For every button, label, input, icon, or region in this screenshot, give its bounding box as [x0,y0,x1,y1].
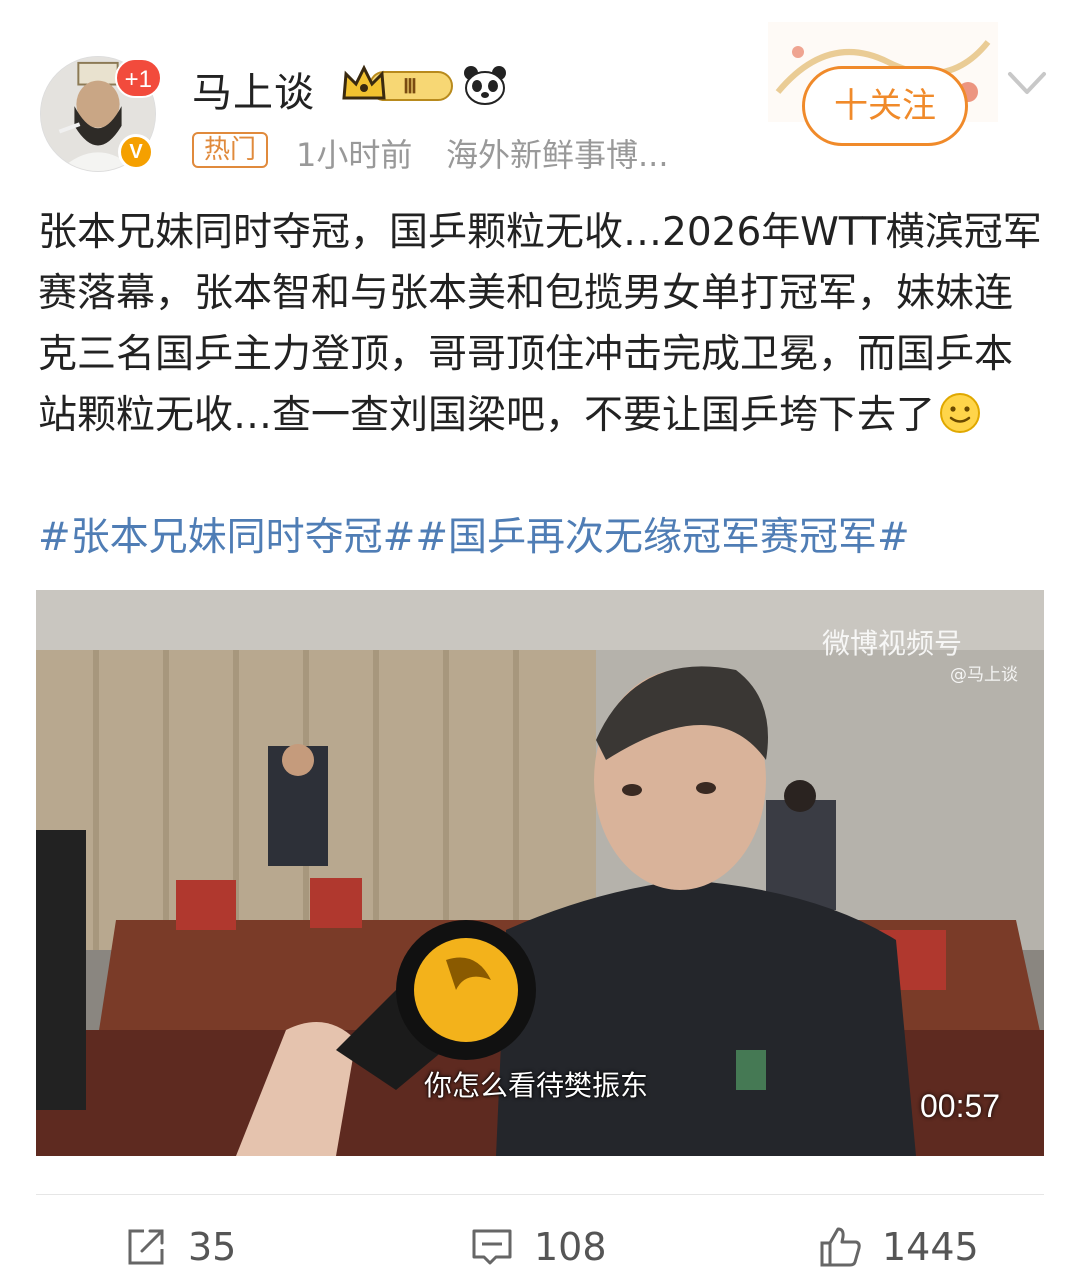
share-button[interactable]: 35 [124,1222,236,1272]
like-count: 1445 [882,1225,979,1269]
share-icon [128,1229,164,1265]
video-watermark: 微博视频号 [822,627,963,660]
smile-icon [940,393,981,433]
video-duration: 00:57 [920,1088,1001,1124]
follow-button[interactable]: 十关注 [802,66,968,146]
like-button[interactable]: 1445 [818,1222,979,1272]
post-time: 1小时前 [296,136,413,174]
share-count: 35 [188,1225,237,1269]
hot-tag: 热门 [192,132,269,168]
post-source[interactable]: 海外新鲜事博... [446,130,669,176]
verified-icon: V [118,134,154,170]
comment-icon [472,1229,512,1265]
comment-count: 108 [534,1225,607,1269]
hashtag-links[interactable]: #张本兄妹同时夺冠##国乒再次无缘冠军赛冠军# [38,510,910,566]
post-content: 张本兄妹同时夺冠，国乒颗粒无收…2026年WTT横滨冠军赛落幕，张本智和与张本美… [38,202,1042,446]
video-watermark-user: @马上谈 [950,665,1018,685]
thumbs-up-icon [820,1227,861,1267]
panda-icon [464,66,506,105]
divider [36,1194,1044,1195]
crown-icon: Ⅲ [342,64,453,101]
user-avatar[interactable]: +1 V [40,56,162,172]
video-subtitle: 你怎么看待樊振东 [424,1069,649,1102]
chevron-down-icon[interactable] [1004,66,1050,102]
post-text: 张本兄妹同时夺冠，国乒颗粒无收…2026年WTT横滨冠军赛落幕，张本智和与张本美… [38,210,1042,438]
level-badge-text: Ⅲ [403,76,417,98]
comment-button[interactable]: 108 [470,1222,607,1272]
new-post-badge: +1 [114,58,162,98]
username[interactable]: 马上谈 [192,60,315,118]
